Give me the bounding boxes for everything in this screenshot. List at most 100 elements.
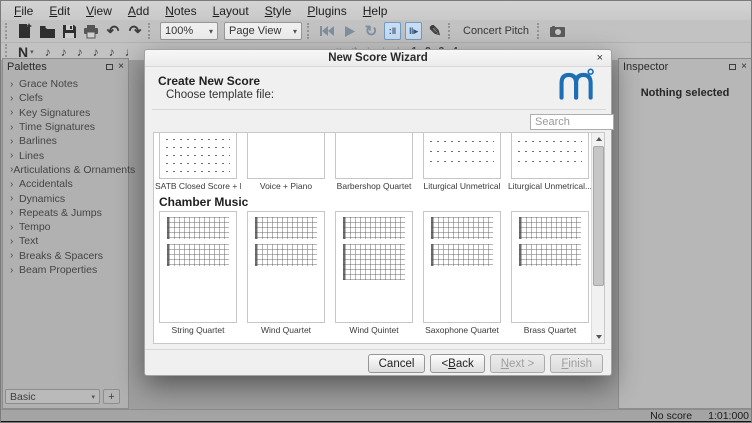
toolbar-drag-handle[interactable] xyxy=(148,23,153,39)
float-panel-icon[interactable] xyxy=(106,64,113,70)
float-panel-icon[interactable] xyxy=(729,64,736,70)
sixtyfourth-note-icon[interactable]: ♪ xyxy=(45,45,51,59)
palette-item-barlines[interactable]: ›Barlines xyxy=(3,134,128,148)
chevron-right-icon: › xyxy=(10,107,19,118)
template-label: Barbershop Quartet xyxy=(331,181,417,191)
inspector-panel: Inspector × Nothing selected xyxy=(618,58,752,409)
chevron-right-icon: › xyxy=(10,179,19,190)
cancel-button[interactable]: Cancel xyxy=(368,354,426,373)
menu-add[interactable]: Add xyxy=(121,3,156,19)
template-list: SATB Closed Score + Piano Voice + Piano … xyxy=(153,132,605,344)
scroll-up-icon[interactable] xyxy=(593,133,604,145)
metronome-icon[interactable]: ✎ xyxy=(425,22,445,40)
menu-layout[interactable]: Layout xyxy=(206,3,256,19)
menu-notes[interactable]: Notes xyxy=(158,3,203,19)
template-card-wind-quartet[interactable] xyxy=(247,211,325,323)
image-capture-icon[interactable] xyxy=(547,22,567,40)
zoom-select[interactable]: 100% ▾ xyxy=(160,22,218,40)
template-card-liturgical-unmetrical-2[interactable] xyxy=(511,132,589,179)
template-card-satb-closed-score-piano[interactable] xyxy=(159,132,237,179)
chevron-down-icon: ▾ xyxy=(203,27,213,36)
dialog-close-icon[interactable]: × xyxy=(597,52,603,64)
chevron-right-icon: › xyxy=(10,193,19,204)
palette-item-accidentals[interactable]: ›Accidentals xyxy=(3,177,128,191)
template-card-liturgical-unmetrical[interactable] xyxy=(423,132,501,179)
close-panel-icon[interactable]: × xyxy=(118,62,124,72)
menu-file[interactable]: File xyxy=(7,3,40,19)
palette-item-time-signatures[interactable]: ›Time Signatures xyxy=(3,120,128,134)
undo-icon[interactable]: ↶ xyxy=(103,22,123,40)
palette-item-tempo[interactable]: ›Tempo xyxy=(3,220,128,234)
palette-item-repeats-jumps[interactable]: ›Repeats & Jumps xyxy=(3,206,128,220)
palette-preset-select[interactable]: Basic ▾ xyxy=(5,389,100,404)
palette-item-clefs[interactable]: ›Clefs xyxy=(3,91,128,105)
inspector-titlebar: Inspector × xyxy=(619,59,751,74)
palette-item-articulations[interactable]: ›Articulations & Ornaments xyxy=(3,163,128,177)
main-toolbar: ↶ ↷ 100% ▾ Page View ▾ ↻ :‖ ‖▸ ✎ Concert… xyxy=(1,20,752,43)
view-mode-select[interactable]: Page View ▾ xyxy=(224,22,302,40)
thirtysecond-note-icon[interactable]: ♪ xyxy=(61,45,67,59)
template-card-brass-quartet[interactable] xyxy=(511,211,589,323)
chevron-down-icon: ▾ xyxy=(91,393,95,401)
concert-pitch-button[interactable]: Concert Pitch xyxy=(457,25,535,37)
rewind-icon[interactable] xyxy=(317,22,337,40)
play-icon[interactable] xyxy=(339,22,359,40)
palette-item-key-signatures[interactable]: ›Key Signatures xyxy=(3,106,128,120)
template-card-string-quartet[interactable] xyxy=(159,211,237,323)
palette-item-beam-properties[interactable]: ›Beam Properties xyxy=(3,263,128,277)
palette-item-grace-notes[interactable]: ›Grace Notes xyxy=(3,77,128,91)
back-button[interactable]: < Back xyxy=(430,354,484,373)
toolbar-drag-handle[interactable] xyxy=(448,23,453,39)
toolbar-drag-handle[interactable] xyxy=(537,23,542,39)
menu-edit[interactable]: Edit xyxy=(42,3,77,19)
chevron-right-icon: › xyxy=(10,207,19,218)
close-panel-icon[interactable]: × xyxy=(741,62,747,72)
palette-item-lines[interactable]: ›Lines xyxy=(3,148,128,162)
template-card-wind-quintet[interactable] xyxy=(335,211,413,323)
template-label: String Quartet xyxy=(155,325,241,335)
palette-item-text[interactable]: ›Text xyxy=(3,234,128,248)
palette-item-breaks-spacers[interactable]: ›Breaks & Spacers xyxy=(3,249,128,263)
loop-playback-icon[interactable]: ↻ xyxy=(361,22,381,40)
menu-plugins[interactable]: Plugins xyxy=(300,3,353,19)
menu-help[interactable]: Help xyxy=(356,3,395,19)
eighth-note-icon[interactable]: ♪ xyxy=(93,45,99,59)
template-card-barbershop-quartet[interactable] xyxy=(335,132,413,179)
next-button[interactable]: Next > xyxy=(490,354,546,373)
palettes-title: Palettes xyxy=(7,61,47,73)
palettes-panel: Palettes × ›Grace Notes ›Clefs ›Key Sign… xyxy=(2,58,129,409)
scroll-down-icon[interactable] xyxy=(593,331,604,343)
finish-button[interactable]: Finish xyxy=(550,354,603,373)
print-icon[interactable] xyxy=(81,22,101,40)
dialog-button-row: Cancel < Back Next > Finish xyxy=(368,354,603,373)
save-icon[interactable] xyxy=(59,22,79,40)
scrollbar-thumb[interactable] xyxy=(593,146,604,286)
pan-score-toggle[interactable]: ‖▸ xyxy=(405,22,422,40)
add-palette-button[interactable]: + xyxy=(103,389,120,404)
template-label: Liturgical Unmetrical... xyxy=(507,181,593,191)
menu-view[interactable]: View xyxy=(79,3,119,19)
template-card-saxophone-quartet[interactable] xyxy=(423,211,501,323)
new-score-icon[interactable] xyxy=(15,22,35,40)
status-bar: No score 1:01:000 xyxy=(1,409,752,421)
toolbar-drag-handle[interactable] xyxy=(307,23,312,39)
template-label: Brass Quartet xyxy=(507,325,593,335)
chevron-down-icon[interactable]: ▾ xyxy=(30,48,34,56)
template-card-voice-piano[interactable] xyxy=(247,132,325,179)
status-position-label: 1:01:000 xyxy=(708,410,749,422)
redo-icon[interactable]: ↷ xyxy=(125,22,145,40)
toolbar-drag-handle[interactable] xyxy=(5,23,10,39)
dialog-titlebar[interactable]: New Score Wizard × xyxy=(145,50,611,67)
quarter-note-icon[interactable]: ♪ xyxy=(109,45,115,59)
sixteenth-note-icon[interactable]: ♪ xyxy=(77,45,83,59)
template-search-input[interactable] xyxy=(530,114,614,130)
palette-item-dynamics[interactable]: ›Dynamics xyxy=(3,191,128,205)
menu-style[interactable]: Style xyxy=(258,3,299,19)
musescore-window: File Edit View Add Notes Layout Style Pl… xyxy=(0,0,752,423)
chevron-right-icon: › xyxy=(10,250,19,261)
template-list-scrollbar[interactable] xyxy=(591,133,604,343)
chevron-right-icon: › xyxy=(10,79,19,90)
play-repeats-toggle[interactable]: :‖ xyxy=(384,22,401,40)
half-note-icon[interactable]: ♩ xyxy=(125,45,137,59)
open-file-icon[interactable] xyxy=(37,22,57,40)
